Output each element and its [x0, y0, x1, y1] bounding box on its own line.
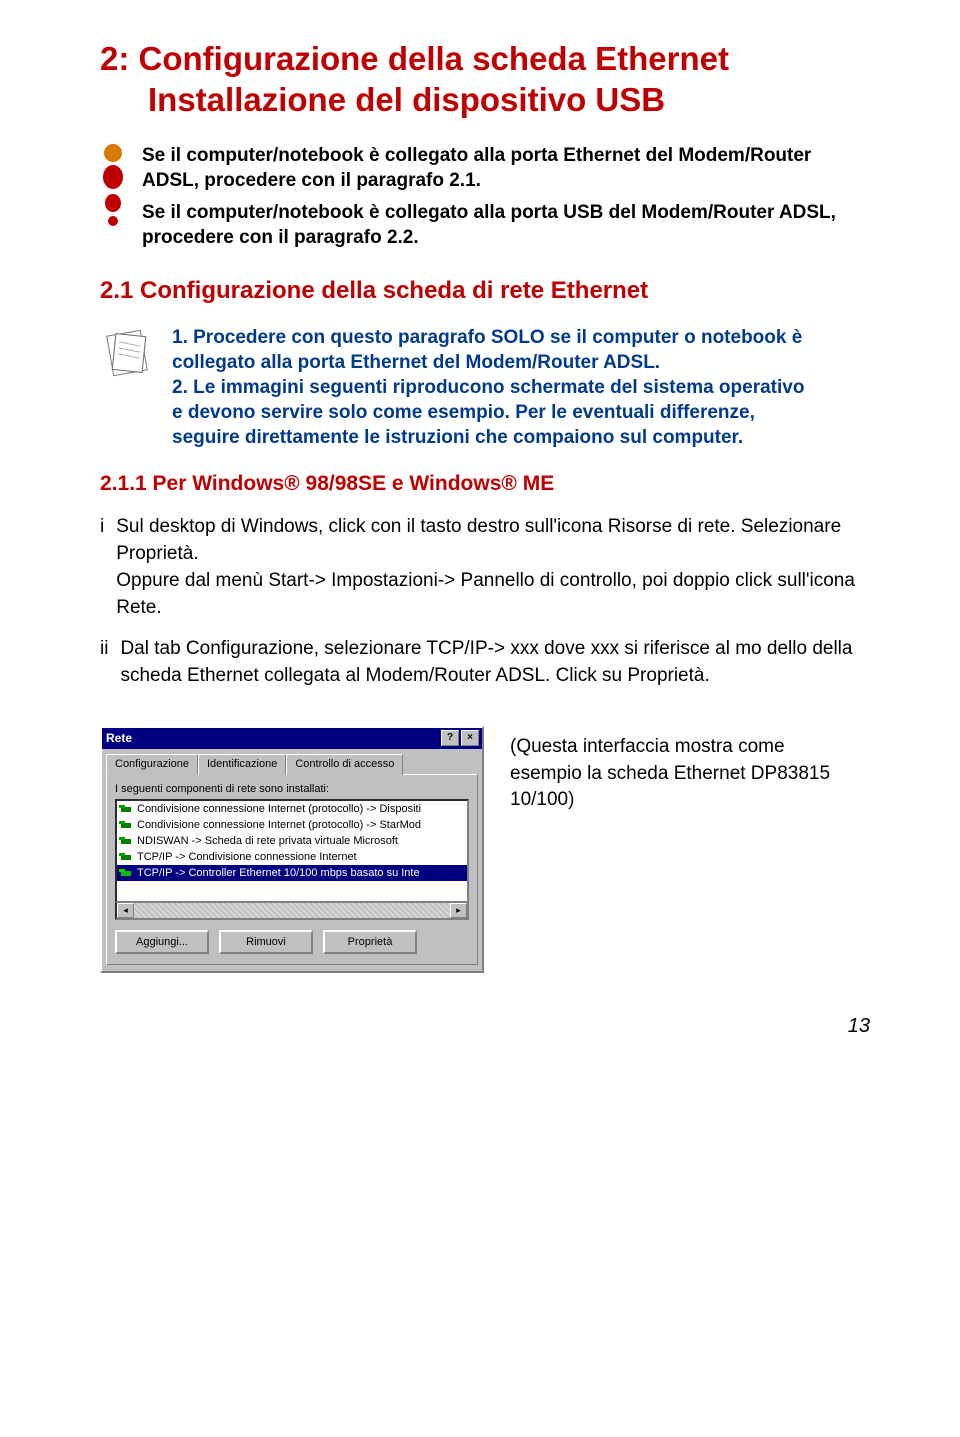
tab-controllo-accesso[interactable]: Controllo di accesso [286, 754, 403, 775]
list-label: I seguenti componenti di rete sono insta… [115, 783, 469, 795]
list-item[interactable]: Condivisione connessione Internet (proto… [117, 801, 467, 817]
intro-paragraph-1: Se il computer/notebook è collegato alla… [142, 143, 870, 194]
close-button[interactable]: × [461, 730, 479, 746]
protocol-icon [119, 802, 133, 816]
list-item[interactable]: TCP/IP -> Condivisione connessione Inter… [117, 849, 467, 865]
intro-paragraph-2: Se il computer/notebook è collegato alla… [142, 200, 870, 251]
horizontal-scrollbar[interactable]: ◂ ▸ [115, 903, 469, 920]
protocol-icon [119, 834, 133, 848]
protocol-icon [119, 850, 133, 864]
rete-dialog: Rete ? × Configurazione Identificazione … [100, 726, 484, 973]
list-item-text: NDISWAN -> Scheda di rete privata virtua… [137, 835, 398, 847]
step-item: ii Dal tab Configurazione, selezionare T… [100, 636, 870, 690]
warning-icon [100, 143, 126, 252]
document-page: 2: Configurazione della scheda Ethernet … [0, 0, 960, 1437]
protocol-icon [119, 818, 133, 832]
tab-configurazione[interactable]: Configurazione [106, 754, 198, 775]
properties-button[interactable]: Proprietà [323, 930, 417, 954]
scroll-right-button[interactable]: ▸ [450, 903, 467, 918]
component-listbox[interactable]: Condivisione connessione Internet (proto… [115, 799, 469, 903]
dialog-button-row: Aggiungi... Rimuovi Proprietà [115, 930, 469, 954]
page-number: 13 [100, 1015, 870, 1038]
step-list: i Sul desktop di Windows, click con il t… [100, 514, 870, 690]
list-item-text: Condivisione connessione Internet (proto… [137, 803, 421, 815]
step-text: Sul desktop di Windows, click con il tas… [116, 514, 870, 622]
section-2-1-heading: 2.1 Configurazione della scheda di rete … [100, 277, 870, 305]
scroll-left-button[interactable]: ◂ [117, 903, 134, 918]
intro-block: Se il computer/notebook è collegato alla… [100, 143, 870, 252]
tab-identificazione[interactable]: Identificazione [198, 754, 286, 775]
dialog-title: Rete [106, 731, 132, 745]
heading-line-2: Installazione del dispositivo USB [100, 79, 870, 120]
protocol-icon [119, 866, 133, 880]
intro-text: Se il computer/notebook è collegato alla… [142, 143, 870, 252]
chapter-heading: 2: Configurazione della scheda Ethernet … [100, 38, 870, 121]
step-text: Dal tab Configurazione, selezionare TCP/… [120, 636, 870, 690]
step-number: i [100, 514, 104, 622]
help-button[interactable]: ? [441, 730, 459, 746]
tabs-row: Configurazione Identificazione Controllo… [102, 749, 482, 774]
step-number: ii [100, 636, 108, 690]
screenshot-row: Rete ? × Configurazione Identificazione … [100, 726, 870, 973]
remove-button[interactable]: Rimuovi [219, 930, 313, 954]
scroll-track[interactable] [134, 903, 450, 918]
note-icon [100, 325, 156, 381]
note-text: 1. Procedere con questo paragrafo SOLO s… [172, 325, 812, 450]
dialog-titlebar: Rete ? × [102, 728, 482, 749]
step-item: i Sul desktop di Windows, click con il t… [100, 514, 870, 622]
list-item-selected[interactable]: TCP/IP -> Controller Ethernet 10/100 mbp… [117, 865, 467, 881]
list-item-text: TCP/IP -> Controller Ethernet 10/100 mbp… [137, 867, 420, 879]
add-button[interactable]: Aggiungi... [115, 930, 209, 954]
screenshot-caption: (Questa interfaccia mostra come esempio … [510, 734, 840, 814]
list-item[interactable]: Condivisione connessione Internet (proto… [117, 817, 467, 833]
section-2-1-1-heading: 2.1.1 Per Windows® 98/98SE e Windows® ME [100, 472, 870, 496]
list-item-text: Condivisione connessione Internet (proto… [137, 819, 421, 831]
tab-panel: I seguenti componenti di rete sono insta… [106, 774, 478, 965]
list-item[interactable]: NDISWAN -> Scheda di rete privata virtua… [117, 833, 467, 849]
note-block: 1. Procedere con questo paragrafo SOLO s… [100, 325, 870, 450]
list-item-text: TCP/IP -> Condivisione connessione Inter… [137, 851, 357, 863]
heading-line-1: 2: Configurazione della scheda Ethernet [100, 40, 729, 77]
